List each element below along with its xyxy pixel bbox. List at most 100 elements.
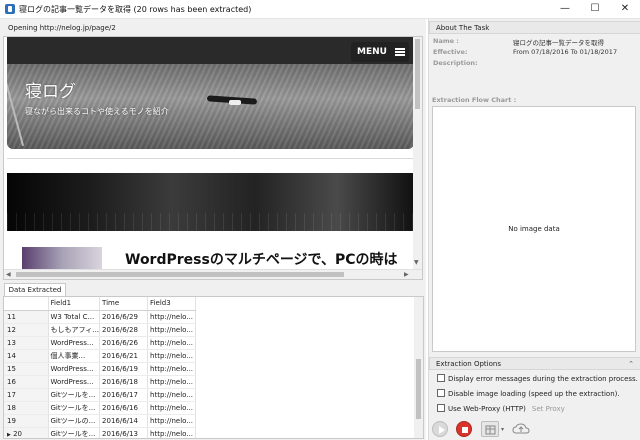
- cell-time[interactable]: 2016/6/21: [99, 349, 149, 363]
- embedded-browser[interactable]: MENU 寝ログ 寝ながら出来るコトや使えるモノを紹介 WordPressのマル…: [3, 36, 423, 280]
- maximize-button[interactable]: ☐: [580, 0, 610, 19]
- close-button[interactable]: ✕: [610, 0, 640, 19]
- site-header-image: MENU 寝ログ 寝ながら出来るコトや使えるモノを紹介: [7, 37, 414, 149]
- cell-time[interactable]: 2016/6/26: [99, 336, 149, 350]
- scroll-down-icon[interactable]: ▼: [414, 259, 419, 266]
- table-row[interactable]: 14 個人事業... 2016/6/21 http://nelo...: [4, 349, 197, 363]
- cell-field3[interactable]: http://nelo...: [147, 349, 197, 363]
- cell-field1[interactable]: Gitツールを...: [48, 401, 101, 415]
- table-row[interactable]: 19 Gitツールの... 2016/6/14 http://nelo...: [4, 414, 197, 428]
- scroll-right-icon[interactable]: ▶: [404, 271, 409, 278]
- cell-field3[interactable]: http://nelo...: [147, 362, 197, 376]
- stop-button[interactable]: [456, 421, 472, 437]
- table-row[interactable]: 18 Gitツールを... 2016/6/16 http://nelo...: [4, 401, 197, 415]
- cell-field1[interactable]: WordPress...: [48, 362, 101, 376]
- cell-field3[interactable]: http://nelo...: [147, 401, 197, 415]
- export-button[interactable]: [481, 421, 499, 437]
- cell-field3[interactable]: http://nelo...: [147, 388, 197, 402]
- table-row[interactable]: 17 Gitツールを... 2016/6/17 http://nelo...: [4, 388, 197, 402]
- row-number: 11: [4, 310, 49, 324]
- row-number: 19: [4, 414, 49, 428]
- cell-time[interactable]: 2016/6/13: [99, 427, 149, 438]
- web-proxy-label: Use Web-Proxy (HTTP): [448, 405, 526, 413]
- disable-images-label: Disable image loading (speed up the extr…: [448, 390, 620, 398]
- table-header-row: Field1 Time Field3: [4, 297, 197, 311]
- window-title: 寝ログの記事一覧データを取得 (20 rows has been extract…: [19, 5, 252, 14]
- option-web-proxy[interactable]: Use Web-Proxy (HTTP) Set Proxy: [437, 404, 565, 413]
- site-title[interactable]: 寝ログ: [25, 77, 76, 102]
- column-header-rownum[interactable]: [4, 297, 49, 311]
- cell-time[interactable]: 2016/6/28: [99, 323, 149, 337]
- cell-field1[interactable]: Gitツールを...: [48, 427, 101, 438]
- cell-field3[interactable]: http://nelo...: [147, 427, 197, 438]
- cell-field1[interactable]: W3 Total C...: [48, 310, 101, 324]
- opening-url-label: Opening http://nelog.jp/page/2: [8, 24, 116, 32]
- browser-vertical-scrollbar[interactable]: ▼: [413, 37, 422, 269]
- export-dropdown-icon[interactable]: ▾: [501, 426, 504, 433]
- grid-vertical-scrollbar[interactable]: [414, 297, 423, 438]
- site-subtitle: 寝ながら出来るコトや使えるモノを紹介: [25, 107, 169, 116]
- table-row[interactable]: 15 WordPress... 2016/6/19 http://nelo...: [4, 362, 197, 376]
- data-table: Field1 Time Field3 11 W3 Total C... 2016/6…: [4, 297, 197, 438]
- description-label: Description:: [433, 59, 478, 67]
- action-toolbar: ▾: [429, 418, 640, 440]
- effective-value: From 07/18/2016 To 01/18/2017: [513, 48, 618, 56]
- cell-time[interactable]: 2016/6/29: [99, 310, 149, 324]
- disable-images-checkbox[interactable]: [437, 389, 445, 397]
- cell-time[interactable]: 2016/6/18: [99, 375, 149, 389]
- cell-field1[interactable]: 個人事業...: [48, 349, 101, 363]
- table-row[interactable]: 12 もしもアフィ... 2016/6/28 http://nelo...: [4, 323, 197, 337]
- grid-export-icon: [485, 425, 496, 435]
- app-icon: [5, 4, 15, 14]
- web-proxy-checkbox[interactable]: [437, 404, 445, 412]
- option-display-errors[interactable]: Display error messages during the extrac…: [437, 374, 638, 383]
- extraction-options-header[interactable]: Extraction Options ⌃: [429, 357, 640, 370]
- cell-field3[interactable]: http://nelo...: [147, 414, 197, 428]
- cell-field1[interactable]: もしもアフィ...: [48, 323, 101, 337]
- cell-time[interactable]: 2016/6/19: [99, 362, 149, 376]
- current-row-marker: ▶: [7, 431, 11, 438]
- browser-horizontal-scrollbar[interactable]: ◀ ▶: [4, 269, 422, 279]
- banner-image[interactable]: [7, 173, 420, 231]
- row-number: 17: [4, 388, 49, 402]
- right-pane: About The Task Name : 寝ログの記事一覧データを取得 Eff…: [428, 19, 640, 440]
- row-number: 14: [4, 349, 49, 363]
- article-title[interactable]: WordPressのマルチページで、PCの時は: [125, 249, 398, 269]
- upload-button[interactable]: [511, 421, 531, 437]
- cell-field3[interactable]: http://nelo...: [147, 336, 197, 350]
- tab-data-extracted[interactable]: Data Extracted: [4, 283, 66, 297]
- set-proxy-link[interactable]: Set Proxy: [532, 405, 565, 413]
- cell-time[interactable]: 2016/6/16: [99, 401, 149, 415]
- column-header-field3[interactable]: Field3: [147, 297, 197, 311]
- cell-field1[interactable]: WordPress...: [48, 336, 101, 350]
- option-disable-images[interactable]: Disable image loading (speed up the extr…: [437, 389, 620, 398]
- cell-field1[interactable]: WordPress...: [48, 375, 101, 389]
- table-row[interactable]: 16 WordPress... 2016/6/18 http://nelo...: [4, 375, 197, 389]
- cell-field1[interactable]: Gitツールの...: [48, 414, 101, 428]
- column-header-field1[interactable]: Field1: [48, 297, 101, 311]
- scroll-left-icon[interactable]: ◀: [6, 271, 11, 278]
- cell-time[interactable]: 2016/6/14: [99, 414, 149, 428]
- row-number: 16: [4, 375, 49, 389]
- menu-label: MENU: [357, 47, 387, 57]
- column-header-time[interactable]: Time: [99, 297, 149, 311]
- flow-chart-box: No image data: [432, 106, 636, 352]
- stop-icon: [462, 427, 468, 433]
- cell-field3[interactable]: http://nelo...: [147, 323, 197, 337]
- table-row[interactable]: 13 WordPress... 2016/6/26 http://nelo...: [4, 336, 197, 350]
- cell-time[interactable]: 2016/6/17: [99, 388, 149, 402]
- play-button[interactable]: [432, 421, 448, 437]
- cell-field1[interactable]: Gitツールを...: [48, 388, 101, 402]
- data-grid[interactable]: Field1 Time Field3 11 W3 Total C... 2016/6…: [3, 296, 424, 439]
- cell-field3[interactable]: http://nelo...: [147, 310, 197, 324]
- about-task-header: About The Task: [429, 21, 640, 34]
- minimize-button[interactable]: —: [550, 0, 580, 19]
- table-row[interactable]: ▶ 20 Gitツールを... 2016/6/13 http://nelo...: [4, 427, 197, 438]
- table-row[interactable]: 11 W3 Total C... 2016/6/29 http://nelo...: [4, 310, 197, 324]
- row-number: 12: [4, 323, 49, 337]
- cell-field3[interactable]: http://nelo...: [147, 375, 197, 389]
- menu-button[interactable]: MENU: [351, 42, 409, 62]
- collapse-icon[interactable]: ⌃: [628, 358, 634, 370]
- no-image-text: No image data: [508, 225, 560, 233]
- display-errors-checkbox[interactable]: [437, 374, 445, 382]
